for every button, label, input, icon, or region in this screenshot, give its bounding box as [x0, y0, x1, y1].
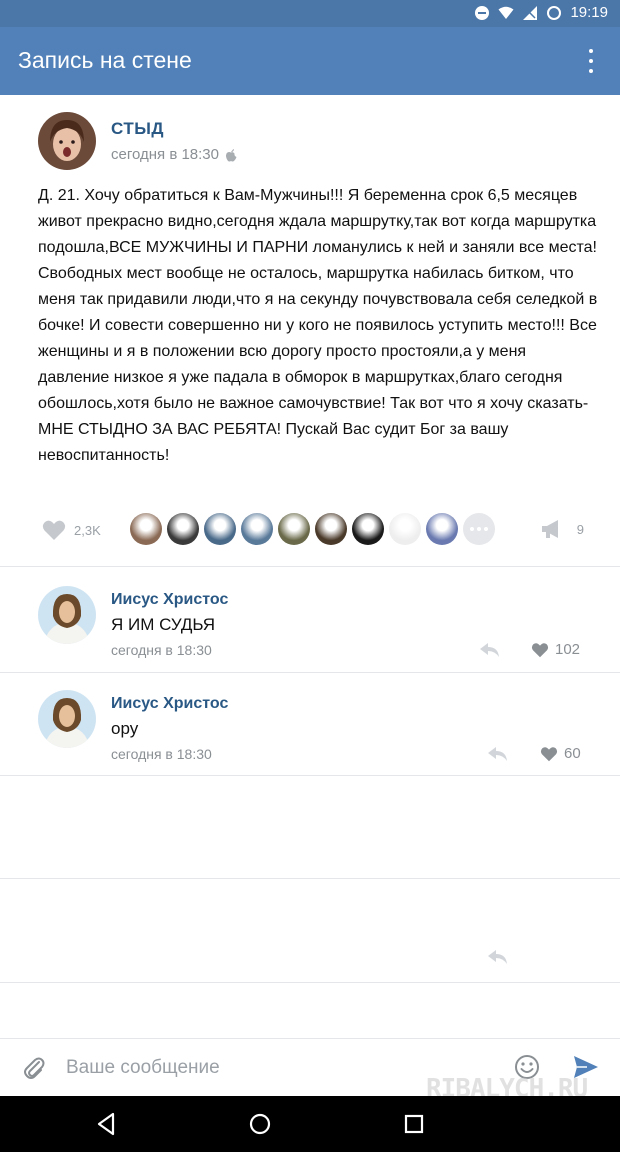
post-time: сегодня в 18:30	[111, 146, 237, 163]
post-text: Д. 21. Хочу обратиться к Вам-Мужчины!!! …	[38, 187, 598, 464]
divider	[0, 775, 620, 776]
likers-avatars[interactable]	[130, 513, 495, 545]
post-author-name[interactable]: СТЫД	[111, 119, 164, 139]
comment-author-avatar[interactable]	[38, 586, 96, 644]
heart-icon	[42, 520, 66, 540]
system-nav-bar	[0, 1096, 620, 1152]
liker-avatar[interactable]	[167, 513, 199, 545]
liker-avatar[interactable]	[278, 513, 310, 545]
app-toolbar: Запись на стене	[0, 27, 620, 95]
avatar-photo-icon	[38, 690, 96, 748]
comment-like-button[interactable]: 102	[531, 641, 580, 658]
liker-avatar[interactable]	[241, 513, 273, 545]
share-button[interactable]: 9	[541, 519, 584, 539]
liker-avatar[interactable]	[130, 513, 162, 545]
divider	[0, 878, 620, 879]
comment-like-count: 102	[555, 641, 581, 658]
comment-item: Иисус Христос ору сегодня в 18:30 60	[0, 680, 620, 784]
post-actions: 2,3K 9	[38, 512, 588, 550]
liker-avatar[interactable]	[204, 513, 236, 545]
post-author-avatar[interactable]	[38, 112, 96, 170]
status-bar: 19:19	[0, 0, 620, 27]
like-button[interactable]: 2,3K	[42, 519, 101, 541]
post-time-label: сегодня в 18:30	[111, 146, 219, 163]
more-likers-icon[interactable]	[463, 513, 495, 545]
liker-avatar[interactable]	[389, 513, 421, 545]
status-time: 19:19	[570, 4, 608, 21]
avatar-photo-icon	[38, 586, 96, 644]
comment-author-avatar[interactable]	[38, 690, 96, 748]
do-not-disturb-icon	[475, 5, 490, 20]
liker-avatar[interactable]	[426, 513, 458, 545]
page-title: Запись на стене	[18, 47, 192, 73]
comment-author-name[interactable]: Иисус Христос	[111, 695, 228, 713]
back-icon[interactable]	[93, 1110, 121, 1138]
comment-text: ору	[111, 719, 139, 738]
divider	[0, 982, 620, 983]
avatar-photo-icon	[38, 112, 96, 170]
comment-text: Я ИМ СУДЬЯ	[111, 615, 216, 634]
divider	[0, 566, 620, 567]
heart-icon	[540, 746, 558, 761]
comment-like-button[interactable]: 60	[540, 745, 581, 762]
comment-time: сегодня в 18:30	[111, 746, 212, 762]
reply-icon[interactable]	[488, 747, 508, 761]
signal-icon	[523, 5, 538, 20]
like-count: 2,3K	[74, 522, 101, 538]
reply-icon[interactable]	[488, 950, 508, 964]
share-count: 9	[576, 521, 584, 537]
apple-icon	[226, 148, 237, 161]
status-icons: 19:19	[474, 4, 608, 21]
comment-author-name[interactable]: Иисус Христос	[111, 591, 228, 609]
comment-like-count: 60	[564, 745, 581, 762]
comment-time: сегодня в 18:30	[111, 642, 212, 658]
home-icon[interactable]	[246, 1110, 274, 1138]
liker-avatar[interactable]	[352, 513, 384, 545]
liker-avatar[interactable]	[315, 513, 347, 545]
divider	[0, 672, 620, 673]
paperclip-icon[interactable]	[22, 1055, 46, 1081]
wifi-icon	[498, 6, 514, 19]
megaphone-icon	[541, 520, 558, 538]
reply-icon[interactable]	[480, 643, 500, 657]
heart-icon	[531, 642, 549, 657]
comment-item: Иисус Христос Я ИМ СУДЬЯ сегодня в 18:30…	[0, 576, 620, 680]
recent-apps-icon[interactable]	[400, 1110, 428, 1138]
battery-icon	[547, 5, 562, 20]
more-menu-icon[interactable]	[586, 49, 596, 73]
